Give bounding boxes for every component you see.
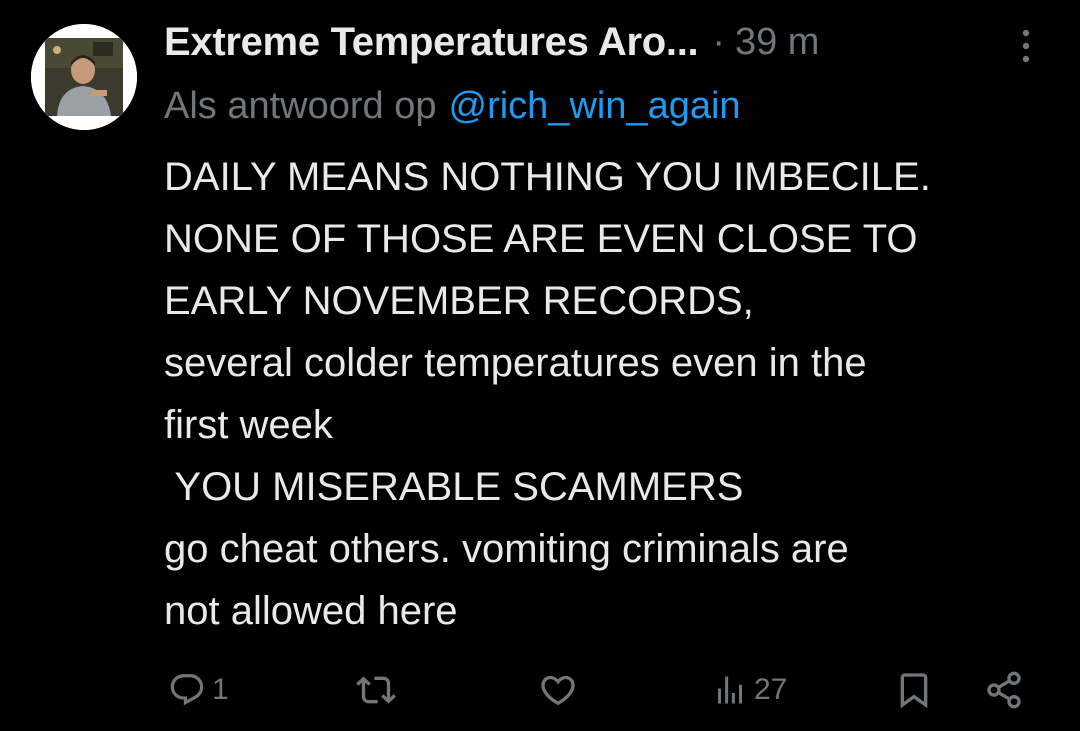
reply-context: Als antwoord op @rich_win_again [164, 80, 741, 132]
timestamp[interactable]: 39 m [735, 21, 819, 64]
tweet-header: Extreme Temperatures Aro... · 39 m [164, 14, 819, 70]
display-name[interactable]: Extreme Temperatures Aro... [164, 20, 699, 65]
views-button[interactable]: 27 [712, 664, 787, 716]
tweet-line: DAILY MEANS NOTHING YOU IMBECILE. [164, 155, 931, 199]
tweet-line: EARLY NOVEMBER RECORDS, [164, 279, 754, 323]
avatar[interactable] [31, 24, 137, 130]
views-count: 27 [754, 673, 788, 706]
tweet-line: go cheat others. vomiting criminals are [164, 527, 849, 571]
share-icon [987, 671, 1021, 709]
reply-count: 1 [212, 673, 229, 706]
share-button[interactable] [984, 664, 1024, 716]
tweet-line: first week [164, 403, 333, 447]
more-options-button[interactable] [1006, 24, 1046, 68]
reply-prefix: Als antwoord op [164, 84, 437, 127]
tweet-text: DAILY MEANS NOTHING YOU IMBECILE. NONE O… [164, 146, 1044, 642]
views-icon [718, 676, 742, 704]
reply-button[interactable]: 1 [168, 664, 229, 716]
bookmark-button[interactable] [894, 664, 934, 716]
like-button[interactable] [538, 664, 584, 716]
bookmark-icon [900, 673, 928, 709]
reply-icon [170, 674, 204, 706]
reply-handle-link[interactable]: @rich_win_again [449, 85, 741, 128]
more-dots-icon [1022, 29, 1030, 63]
separator-dot: · [712, 20, 725, 63]
repost-icon [356, 676, 396, 704]
repost-button[interactable] [356, 664, 402, 716]
tweet-line: NONE OF THOSE ARE EVEN CLOSE TO [164, 217, 918, 261]
avatar-photo [31, 24, 137, 130]
tweet-line: YOU MISERABLE SCAMMERS [164, 465, 744, 509]
action-bar: 1 27 [0, 664, 1080, 716]
heart-icon [541, 675, 575, 706]
tweet-line: not allowed here [164, 589, 458, 633]
tweet-line: several colder temperatures even in the [164, 341, 867, 385]
